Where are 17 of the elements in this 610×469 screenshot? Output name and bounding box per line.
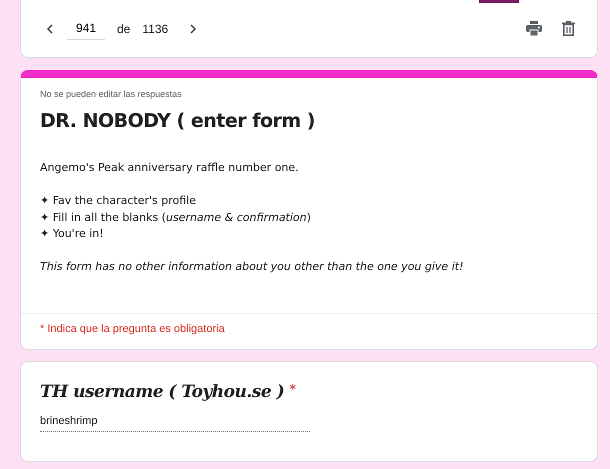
form-title: DR. NOBODY ( enter form ) (40, 110, 316, 132)
page-total: 1136 (142, 20, 168, 38)
description-line: ✦ Fav the character's profile (40, 193, 197, 210)
print-button[interactable] (524, 19, 544, 38)
trash-icon (562, 21, 575, 36)
printer-icon (526, 21, 542, 36)
notice-text: No se pueden editar las respuestas (40, 88, 183, 101)
question-title: TH username ( Toyhou.se ) * (40, 380, 296, 404)
description-line: ✦ Fill in all the blanks (username & confirmation) (40, 210, 312, 226)
description-line: ✦ You're in! (40, 226, 105, 242)
delete-button[interactable] (560, 19, 577, 38)
description-line: Angemo's Peak anniversary raffle number one. (40, 160, 300, 176)
required-note: * Indica que la pregunta es obligatoria (40, 322, 226, 337)
tab-indicator (479, 0, 519, 3)
answer-field[interactable]: brineshrimp (40, 413, 310, 432)
description-line: This form has no other information about you other than the one you give it! (40, 259, 464, 276)
page-separator: de (117, 20, 130, 38)
